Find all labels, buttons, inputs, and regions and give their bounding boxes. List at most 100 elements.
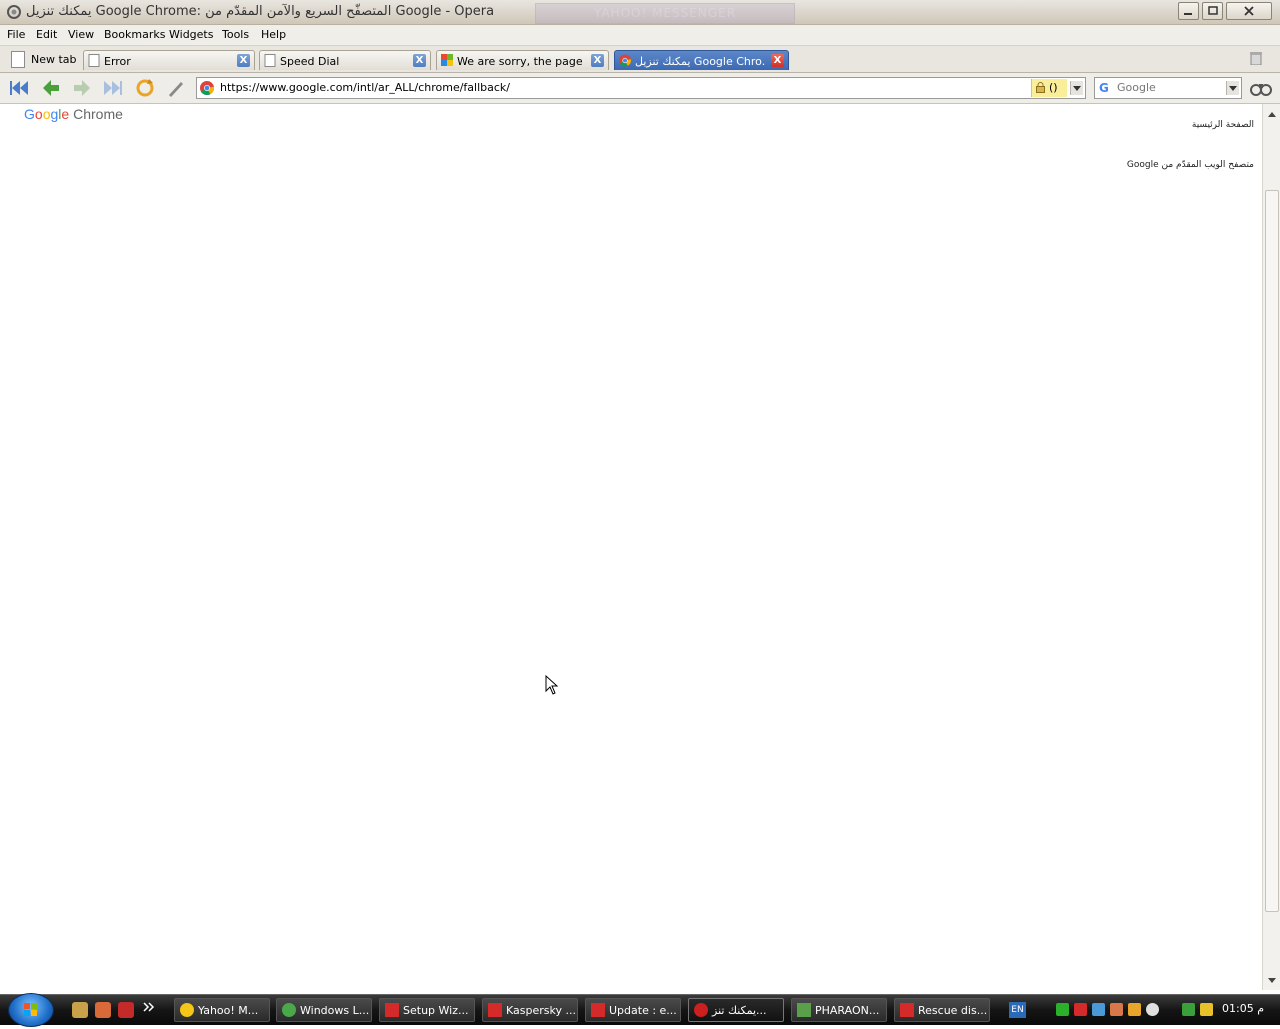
taskbar: Yahoo! M... Windows L... Setup Wiz... Ka…	[0, 993, 1280, 1027]
kaspersky-k-icon	[900, 1003, 914, 1017]
tab-close-icon[interactable]: X	[413, 54, 426, 67]
pencil-tray-icon[interactable]	[1128, 1003, 1141, 1016]
task-label: Yahoo! M...	[198, 1004, 259, 1017]
page-content: Google Chrome الصفحة الرئيسية متصفح الوي…	[0, 104, 1262, 990]
start-button[interactable]	[8, 993, 54, 1027]
app-tray-icon[interactable]	[1110, 1003, 1123, 1016]
taskbar-task-kaspersky[interactable]: Kaspersky ...	[482, 998, 578, 1022]
taskbar-task-setup-wizard[interactable]: Setup Wiz...	[379, 998, 475, 1022]
security-badge[interactable]: ()	[1031, 79, 1067, 97]
tab-close-icon[interactable]: X	[237, 54, 250, 67]
fast-forward-icon[interactable]	[102, 77, 124, 99]
trash-icon[interactable]	[1250, 51, 1262, 65]
clock[interactable]: 01:05 م	[1222, 1002, 1264, 1015]
tab-label: Speed Dial	[280, 55, 340, 68]
smiley-tray-icon[interactable]	[1146, 1003, 1159, 1016]
taskbar-task-yahoo[interactable]: Yahoo! M...	[174, 998, 270, 1022]
background-window-ghost: YAHOO! MESSENGER	[535, 3, 795, 24]
lock-icon	[1036, 82, 1045, 93]
kaspersky-k-icon	[591, 1003, 605, 1017]
scroll-up-icon[interactable]	[1265, 108, 1279, 122]
page-icon	[88, 54, 100, 67]
search-input[interactable]	[1117, 81, 1222, 94]
pharaon-icon	[797, 1003, 811, 1017]
forward-arrow-icon[interactable]	[71, 77, 93, 99]
quicklaunch-opera-icon[interactable]	[118, 1002, 134, 1018]
reload-icon[interactable]	[134, 77, 156, 99]
task-label: يمكنك تنز...	[712, 1004, 767, 1017]
tab-sorry-page[interactable]: We are sorry, the page ... X	[436, 50, 609, 70]
google-chrome-logo[interactable]: Google Chrome	[24, 106, 123, 122]
binoculars-icon[interactable]	[1250, 79, 1272, 97]
address-dropdown-button[interactable]	[1070, 81, 1083, 95]
url-input[interactable]	[220, 81, 1020, 94]
power-tray-icon[interactable]	[1200, 1003, 1213, 1016]
rewind-icon[interactable]	[8, 77, 30, 99]
task-label: Kaspersky ...	[506, 1004, 576, 1017]
menu-widgets[interactable]: Widgets	[169, 28, 213, 41]
chevron-down-icon	[1073, 86, 1081, 91]
page-icon	[264, 54, 276, 67]
new-tab-icon	[11, 51, 25, 68]
opera-app-icon[interactable]	[6, 4, 22, 20]
search-box[interactable]: G	[1094, 77, 1242, 99]
menu-bookmarks[interactable]: Bookmarks	[104, 28, 165, 41]
language-indicator[interactable]: EN	[1009, 1002, 1026, 1018]
tab-close-icon[interactable]: X	[771, 54, 784, 67]
restore-icon	[1208, 6, 1218, 15]
taskbar-task-rescue-disk[interactable]: Rescue dis...	[894, 998, 990, 1022]
window-title: يمكنك تنزيل Google Chrome: المتصفّح السر…	[26, 4, 495, 19]
flag-icon[interactable]	[1056, 1003, 1069, 1016]
tab-label: يمكنك تنزيل Google Chro...	[635, 55, 765, 68]
chrome-favicon-icon	[200, 81, 214, 95]
address-bar[interactable]: ()	[196, 77, 1086, 99]
vertical-scrollbar[interactable]	[1262, 104, 1280, 990]
quicklaunch-app-icon[interactable]	[72, 1002, 88, 1018]
close-window-button[interactable]	[1226, 2, 1272, 20]
microsoft-windows-icon	[441, 54, 453, 66]
tab-label: We are sorry, the page ...	[457, 55, 587, 68]
taskbar-task-pharaon[interactable]: PHARAON...	[791, 998, 887, 1022]
search-engine-dropdown[interactable]	[1226, 81, 1239, 95]
browser-link[interactable]: متصفح الويب المقدّم من Google	[1127, 160, 1254, 170]
tab-close-icon[interactable]: X	[591, 54, 604, 67]
task-label: Rescue dis...	[918, 1004, 988, 1017]
messenger-tray-icon[interactable]	[1092, 1003, 1105, 1016]
taskbar-task-update[interactable]: Update : e...	[585, 998, 681, 1022]
minimize-button[interactable]	[1178, 2, 1199, 20]
home-page-link[interactable]: الصفحة الرئيسية	[1192, 120, 1254, 130]
menu-view[interactable]: View	[68, 28, 94, 41]
navigation-bar: () G	[0, 73, 1280, 104]
new-tab-label: New tab	[31, 53, 77, 66]
taskbar-task-windows-live[interactable]: Windows L...	[276, 998, 372, 1022]
quicklaunch-app-icon[interactable]	[95, 1002, 111, 1018]
task-label: Setup Wiz...	[403, 1004, 469, 1017]
edit-pen-icon[interactable]	[165, 77, 187, 99]
back-arrow-icon[interactable]	[40, 77, 62, 99]
yahoo-smiley-icon	[180, 1003, 194, 1017]
kaspersky-tray-icon[interactable]	[1074, 1003, 1087, 1016]
menu-edit[interactable]: Edit	[36, 28, 57, 41]
new-tab-button[interactable]: New tab	[8, 48, 78, 70]
title-bar: يمكنك تنزيل Google Chrome: المتصفّح السر…	[0, 0, 1280, 25]
scroll-down-icon[interactable]	[1265, 973, 1279, 987]
tab-error[interactable]: Error X	[83, 50, 255, 70]
chrome-icon	[619, 54, 631, 67]
logo-letter: G	[24, 106, 35, 122]
scrollbar-thumb[interactable]	[1265, 190, 1279, 912]
tab-google-chrome[interactable]: يمكنك تنزيل Google Chro... X	[614, 50, 789, 70]
tab-speed-dial[interactable]: Speed Dial X	[259, 50, 431, 70]
logo-letter: e	[61, 106, 70, 122]
kaspersky-k-icon	[488, 1003, 502, 1017]
taskbar-task-opera[interactable]: يمكنك تنز...	[688, 998, 784, 1022]
task-label: PHARAON...	[815, 1004, 880, 1017]
google-g-icon: G	[1099, 81, 1109, 95]
menu-help[interactable]: Help	[261, 28, 286, 41]
menu-tools[interactable]: Tools	[222, 28, 249, 41]
maximize-button[interactable]	[1202, 2, 1223, 20]
messenger-people-icon	[282, 1003, 296, 1017]
logo-product-name: Chrome	[73, 106, 123, 122]
network-tray-icon[interactable]	[1182, 1003, 1195, 1016]
chevron-double-right-icon[interactable]	[143, 1001, 155, 1013]
menu-file[interactable]: File	[7, 28, 25, 41]
